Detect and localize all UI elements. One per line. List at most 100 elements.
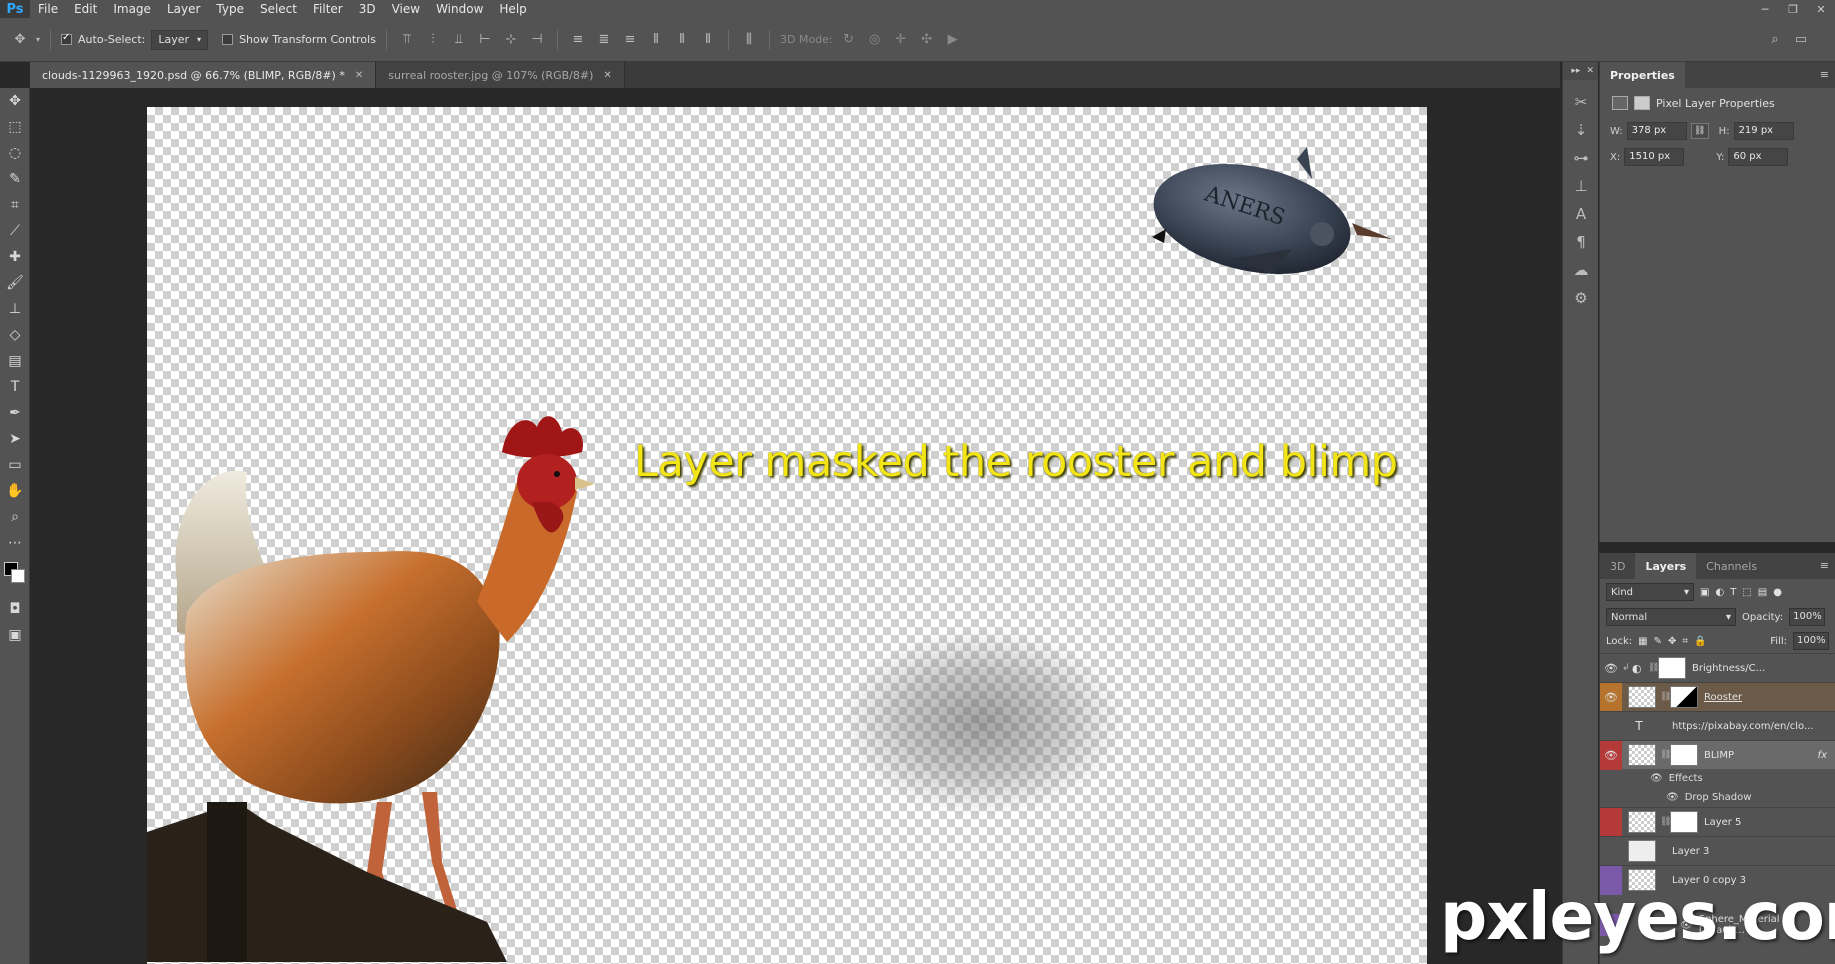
link-icon[interactable]: ⛓	[1660, 750, 1671, 760]
close-icon[interactable]: ✕	[1586, 66, 1594, 76]
filter-adjustment-icon[interactable]: ◐	[1715, 587, 1724, 598]
clone-source-icon[interactable]: ⊥	[1563, 172, 1599, 200]
align-right-icon[interactable]: ⊣	[527, 30, 547, 50]
canvas[interactable]: ANERS Layer masked the rooster and blimp	[147, 107, 1427, 964]
y-field[interactable]: 60 px	[1728, 148, 1789, 166]
visibility-toggle[interactable]	[1600, 807, 1622, 837]
roll-3d-icon[interactable]: ◎	[865, 30, 885, 50]
filter-pixel-icon[interactable]: ▣	[1700, 587, 1709, 598]
clone-stamp-tool-icon[interactable]: ⊥	[0, 296, 30, 322]
libraries-icon[interactable]: ☁	[1563, 256, 1599, 284]
color-swatches[interactable]	[0, 556, 30, 596]
menu-type[interactable]: Type	[208, 0, 252, 18]
background-color-swatch[interactable]	[11, 569, 25, 583]
menu-window[interactable]: Window	[428, 0, 491, 18]
link-icon[interactable]: ⛓	[1660, 692, 1671, 702]
visibility-toggle[interactable]	[1600, 837, 1622, 866]
tab-properties[interactable]: Properties	[1600, 62, 1685, 88]
align-left-icon[interactable]: ⊢	[475, 30, 495, 50]
panel-menu-icon[interactable]: ≡	[1820, 68, 1829, 81]
visibility-eye-icon[interactable]: 👁	[1680, 920, 1693, 931]
distribute-left-icon[interactable]: ⦀	[646, 30, 666, 50]
slide-3d-icon[interactable]: ✣	[917, 30, 937, 50]
distribute-right-icon[interactable]: ⦀	[698, 30, 718, 50]
height-field[interactable]: 219 px	[1733, 122, 1794, 140]
lock-position-icon[interactable]: ✥	[1668, 636, 1676, 647]
healing-brush-tool-icon[interactable]: ✚	[0, 244, 30, 270]
layer-row[interactable]: Layer 3	[1600, 836, 1835, 865]
move-tool-icon[interactable]: ✥	[10, 30, 30, 50]
visibility-eye-icon[interactable]: 👁	[1650, 773, 1663, 784]
pen-tool-icon[interactable]: ✒	[0, 400, 30, 426]
layer-row[interactable]: ⛓ Layer 5	[1600, 807, 1835, 837]
pan-3d-icon[interactable]: ✛	[891, 30, 911, 50]
layer-row[interactable]: Layer 0 copy 3	[1600, 865, 1835, 895]
layer-row[interactable]: T https://pixabay.com/en/clo...	[1600, 711, 1835, 740]
canvas-caption-text[interactable]: Layer masked the rooster and blimp	[634, 437, 1398, 487]
more-tools-icon[interactable]: ⋯	[0, 530, 30, 556]
orbit-3d-icon[interactable]: ↻	[839, 30, 859, 50]
quick-select-tool-icon[interactable]: ✎	[0, 166, 30, 192]
type-tool-icon[interactable]: T	[0, 374, 30, 400]
character-panel-icon[interactable]: A	[1563, 200, 1599, 228]
move-tool-icon[interactable]: ✥	[0, 88, 30, 114]
distribute-top-icon[interactable]: ≡	[568, 30, 588, 50]
kind-filter-dropdown[interactable]: Kind ▾	[1606, 583, 1694, 601]
opacity-field[interactable]: 100%	[1789, 608, 1826, 626]
align-top-icon[interactable]: ⫪	[397, 30, 417, 50]
lock-artboard-icon[interactable]: ⌗	[1682, 636, 1688, 647]
effects-row[interactable]: 👁 Effects	[1600, 769, 1835, 788]
tool-preset-chevron-icon[interactable]: ▾	[36, 35, 40, 44]
brush-tool-icon[interactable]: 🖌	[0, 270, 30, 296]
lock-all-icon[interactable]: 🔒	[1694, 636, 1706, 647]
brush-presets-icon[interactable]: ⇣	[1563, 116, 1599, 144]
visibility-toggle[interactable]	[1600, 865, 1622, 895]
layer-mask-thumbnail[interactable]	[1670, 686, 1698, 708]
menu-layer[interactable]: Layer	[159, 0, 208, 18]
screen-mode-icon[interactable]: ▣	[0, 622, 30, 648]
tab-clouds-psd[interactable]: clouds-1129963_1920.psd @ 66.7% (BLIMP, …	[30, 62, 377, 88]
visibility-eye-icon[interactable]: 👁	[1600, 740, 1622, 770]
menu-edit[interactable]: Edit	[66, 0, 105, 18]
filter-toggle-icon[interactable]: ●	[1773, 587, 1782, 598]
layer-mask-icon[interactable]	[1634, 96, 1650, 110]
tool-presets-icon[interactable]: ✂	[1563, 88, 1599, 116]
layer-mask-thumbnail[interactable]	[1670, 744, 1698, 766]
layer-name[interactable]: BLIMP	[1704, 750, 1818, 761]
visibility-eye-icon[interactable]: 👁	[1600, 682, 1622, 712]
layer-name[interactable]: Layer 0 copy 3	[1672, 875, 1835, 886]
distribute-hcenter-icon[interactable]: ⦀	[672, 30, 692, 50]
workspace-icon[interactable]: ▭	[1791, 30, 1811, 50]
minimize-button[interactable]: ─	[1751, 0, 1779, 18]
visibility-toggle[interactable]	[1600, 712, 1622, 741]
panel-menu-icon[interactable]: ≡	[1820, 559, 1829, 572]
menu-3d[interactable]: 3D	[351, 0, 384, 18]
distribute-vcenter-icon[interactable]: ≣	[594, 30, 614, 50]
visibility-eye-icon[interactable]: 👁	[1600, 654, 1622, 683]
close-icon[interactable]: ✕	[355, 70, 363, 81]
menu-file[interactable]: File	[30, 0, 66, 18]
layer-mask-thumbnail[interactable]	[1670, 811, 1698, 833]
filter-shape-icon[interactable]: ⬚	[1742, 587, 1751, 598]
eraser-tool-icon[interactable]: ◇	[0, 322, 30, 348]
close-icon[interactable]: ✕	[603, 70, 611, 81]
menu-select[interactable]: Select	[252, 0, 305, 18]
width-field[interactable]: 378 px	[1626, 122, 1687, 140]
align-hcenter-icon[interactable]: ⊹	[501, 30, 521, 50]
scale-3d-icon[interactable]: ▶	[943, 30, 963, 50]
fill-field[interactable]: 100%	[1793, 632, 1829, 650]
collapse-panels-icon[interactable]: ▸▸	[1571, 66, 1580, 76]
menu-help[interactable]: Help	[491, 0, 534, 18]
path-select-tool-icon[interactable]: ➤	[0, 426, 30, 452]
layer-name[interactable]: Layer 5	[1704, 817, 1835, 828]
menu-view[interactable]: View	[384, 0, 428, 18]
visibility-eye-icon[interactable]: 👁	[1666, 792, 1679, 803]
layer-name[interactable]: Brightness/C...	[1692, 663, 1835, 674]
lock-pixels-icon[interactable]: ✎	[1654, 636, 1662, 647]
restore-button[interactable]: ❐	[1779, 0, 1807, 18]
paragraph-panel-icon[interactable]: ¶	[1563, 228, 1599, 256]
align-bottom-icon[interactable]: ⫫	[449, 30, 469, 50]
marquee-tool-icon[interactable]: ⬚	[0, 114, 30, 140]
eyedropper-tool-icon[interactable]: ⟋	[0, 218, 30, 244]
layer-name[interactable]: Layer 3	[1672, 846, 1835, 857]
